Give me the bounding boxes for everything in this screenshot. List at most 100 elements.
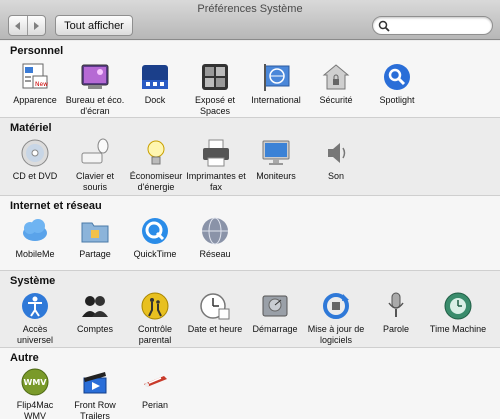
pane-label: Parole: [382, 324, 409, 334]
toolbar: Préférences Système Tout afficher: [0, 0, 500, 40]
pane-label: QuickTime: [133, 249, 177, 259]
pane-label: Perian: [141, 400, 168, 410]
section-personnel: Personnel New Apparence Bureau et éco. d…: [0, 41, 500, 118]
startup-disk-icon: [262, 295, 288, 317]
pane-sound[interactable]: Son: [306, 137, 366, 182]
pane-label: MobileMe: [15, 249, 55, 259]
pane-label: Apparence: [13, 95, 57, 105]
forward-arrow-icon: [34, 21, 40, 30]
section-systeme: Système Accès universel Comptes Contrôle…: [0, 271, 500, 348]
pane-label: Contrôle parental: [137, 324, 173, 345]
pane-sharing[interactable]: Partage: [65, 215, 125, 260]
international-icon: [264, 64, 290, 91]
pane-appearance[interactable]: New Apparence: [5, 61, 65, 106]
navigation-buttons: [8, 15, 46, 36]
pane-front-row-trailers[interactable]: Front Row Trailers: [65, 366, 125, 419]
window-title: Préférences Système: [197, 3, 303, 15]
pane-label: CD et DVD: [12, 171, 58, 181]
section-title: Personnel: [10, 45, 64, 57]
speech-icon: [388, 292, 404, 317]
section-materiel: Matériel CD et DVD Clavier et souris Éco…: [0, 118, 500, 196]
sound-icon: [328, 143, 346, 163]
desktop-screensaver-icon: [81, 64, 109, 89]
search-input[interactable]: [391, 18, 489, 33]
forward-button[interactable]: [26, 16, 46, 35]
pane-mobileme[interactable]: MobileMe: [5, 215, 65, 260]
pane-time-machine[interactable]: Time Machine: [428, 290, 488, 335]
pane-printer[interactable]: Imprimantes et fax: [186, 137, 246, 193]
pane-cd-dvd[interactable]: CD et DVD: [5, 137, 65, 182]
pane-label: Mise à jour de logiciels: [307, 324, 365, 345]
section-title: Internet et réseau: [10, 200, 102, 212]
sharing-icon: [81, 222, 109, 243]
pane-software-update[interactable]: Mise à jour de logiciels: [306, 290, 366, 346]
pane-label: Date et heure: [187, 324, 243, 334]
pane-label: Accès universel: [16, 324, 54, 345]
flip4mac-icon: WMV: [21, 368, 49, 396]
pane-label: Sécurité: [319, 95, 353, 105]
pane-perian[interactable]: Perian: [125, 366, 185, 411]
accounts-icon: [82, 296, 108, 317]
pane-energy-saver[interactable]: Économiseur d'énergie: [126, 137, 186, 193]
section-title: Autre: [10, 352, 39, 364]
search-field[interactable]: [372, 16, 493, 35]
back-button[interactable]: [9, 16, 27, 35]
pane-dock[interactable]: Dock: [125, 61, 185, 106]
pane-universal-access[interactable]: Accès universel: [5, 290, 65, 346]
pane-speech[interactable]: Parole: [366, 290, 426, 335]
parental-controls-icon: [141, 292, 169, 320]
pane-parental-controls[interactable]: Contrôle parental: [125, 290, 185, 346]
pane-security[interactable]: Sécurité: [306, 61, 366, 106]
pane-quicktime[interactable]: QuickTime: [125, 215, 185, 260]
pane-label: International: [251, 95, 301, 105]
pane-spotlight[interactable]: Spotlight: [367, 61, 427, 106]
pane-label: Bureau et éco. d'écran: [65, 95, 125, 116]
pane-label: Front Row Trailers: [74, 400, 116, 419]
pane-keyboard-mouse[interactable]: Clavier et souris: [65, 137, 125, 193]
pane-startup-disk[interactable]: Démarrage: [245, 290, 305, 335]
pane-label: Exposé et Spaces: [194, 95, 236, 116]
pane-network[interactable]: Réseau: [185, 215, 245, 260]
pane-label: Moniteurs: [256, 171, 296, 181]
pane-label: Clavier et souris: [75, 171, 114, 192]
svg-text:WMV: WMV: [24, 378, 48, 387]
pane-label: Comptes: [76, 324, 113, 334]
energy-saver-icon: [147, 140, 165, 165]
pane-label: Démarrage: [252, 324, 298, 334]
network-icon: [202, 217, 228, 245]
show-all-button[interactable]: Tout afficher: [55, 15, 133, 36]
pane-international[interactable]: International: [246, 61, 306, 106]
time-machine-icon: [444, 292, 472, 320]
pane-label: Réseau: [199, 249, 231, 259]
security-icon: [322, 64, 350, 90]
pane-displays[interactable]: Moniteurs: [246, 137, 306, 182]
date-time-icon: [200, 293, 230, 320]
cd-dvd-icon: [21, 139, 49, 167]
universal-access-icon: [22, 293, 48, 319]
quicktime-icon: [142, 218, 168, 244]
pane-label: Son: [327, 171, 344, 181]
pane-desktop-screensaver[interactable]: Bureau et éco. d'écran: [65, 61, 125, 117]
pane-accounts[interactable]: Comptes: [65, 290, 125, 335]
expose-spaces-icon: [202, 64, 228, 90]
pane-label: Flip4Mac WMV: [16, 400, 54, 419]
perian-icon: [144, 376, 167, 387]
section-internet-reseau: Internet et réseau MobileMe Partage Quic…: [0, 196, 500, 271]
pane-date-time[interactable]: Date et heure: [185, 290, 245, 335]
pane-label: Spotlight: [379, 95, 415, 105]
software-update-icon: [323, 293, 349, 319]
pane-label: Partage: [79, 249, 111, 259]
pane-label: Imprimantes et fax: [186, 171, 246, 192]
section-title: Système: [10, 275, 56, 287]
front-row-trailers-icon: [83, 372, 107, 394]
spotlight-icon: [384, 64, 410, 90]
pane-flip4mac[interactable]: WMV Flip4Mac WMV: [5, 366, 65, 419]
keyboard-mouse-icon: [81, 138, 109, 164]
pane-label: Time Machine: [429, 324, 487, 334]
pane-label: Économiseur d'énergie: [129, 171, 183, 192]
preferences-window: Préférences Système Tout afficher Person…: [0, 0, 500, 419]
mobileme-icon: [23, 219, 47, 241]
appearance-icon: New: [22, 63, 48, 89]
pane-expose-spaces[interactable]: Exposé et Spaces: [185, 61, 245, 117]
pane-label: Dock: [144, 95, 166, 105]
